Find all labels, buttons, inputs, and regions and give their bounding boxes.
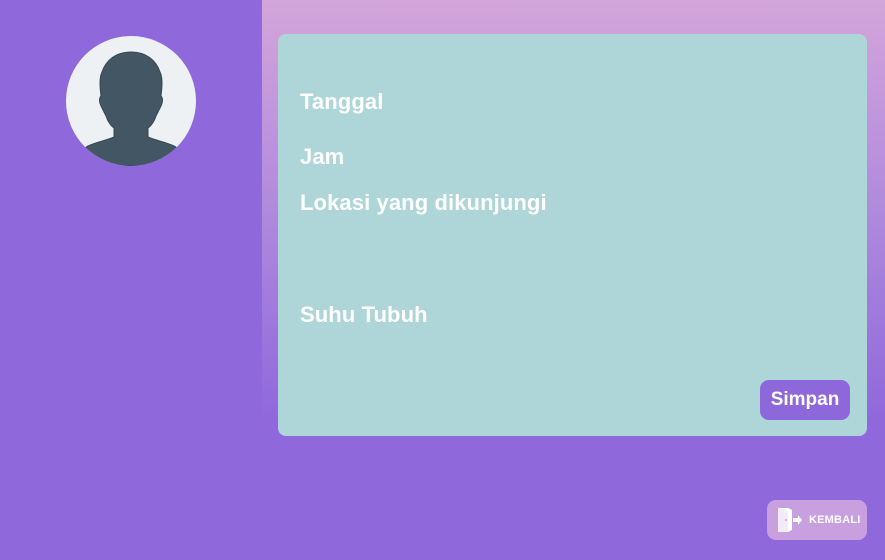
exit-door-icon — [778, 508, 802, 532]
avatar — [66, 36, 196, 166]
sidebar — [0, 0, 262, 560]
suhu-tubuh-label: Suhu Tubuh — [300, 302, 428, 327]
tanggal-label: Tanggal — [300, 89, 384, 114]
visit-form-card: Tanggal Jam Lokasi yang dikunjungi Suhu … — [278, 34, 867, 436]
back-button[interactable]: KEMBALI — [767, 500, 867, 540]
jam-label: Jam — [300, 144, 345, 169]
user-silhouette-icon — [81, 51, 181, 166]
lokasi-label: Lokasi yang dikunjungi — [300, 190, 547, 215]
save-button[interactable]: Simpan — [760, 380, 850, 420]
back-button-label: KEMBALI — [809, 514, 861, 526]
